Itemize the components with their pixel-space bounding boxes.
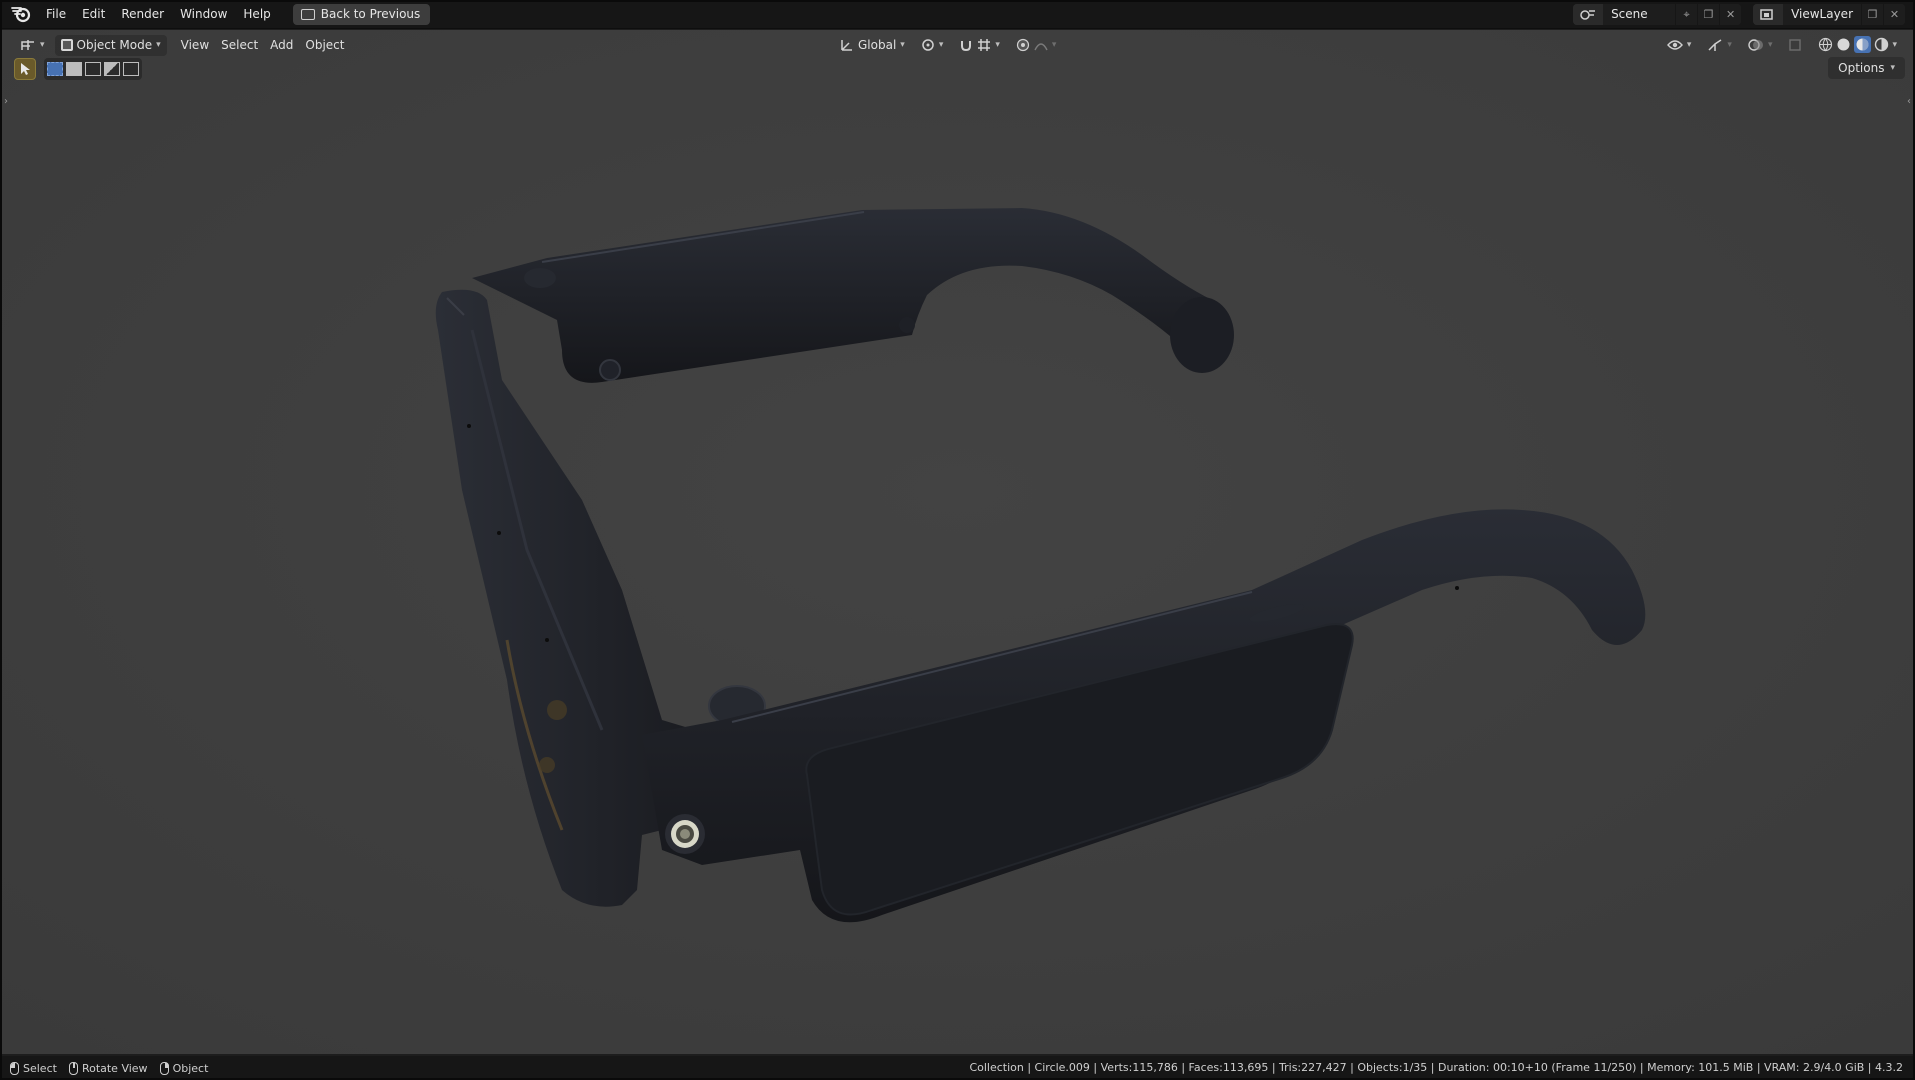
- hint-rotate-view: Rotate View: [68, 1061, 148, 1075]
- select-tool-icon: [21, 63, 30, 75]
- transform-tools: Global ▾ ▾ ▾ ▾: [834, 34, 1062, 55]
- back-to-previous-icon: [300, 8, 315, 20]
- scene-selector[interactable]: Scene ⌖ ❐ ✕: [1573, 4, 1742, 25]
- gizmo-toggle[interactable]: ▾: [1701, 34, 1738, 55]
- chevron-down-icon: ▾: [1727, 39, 1732, 50]
- viewport-scene: [2, 30, 1913, 1054]
- xray-icon: [1789, 38, 1802, 51]
- menu-view[interactable]: View: [175, 35, 215, 56]
- axes-icon: [841, 39, 852, 51]
- snap-toggle[interactable]: ▾: [953, 34, 1006, 55]
- magnet-icon: [961, 40, 972, 51]
- intersect-selection-icon[interactable]: [123, 62, 139, 76]
- editor-type-button[interactable]: ▾: [14, 35, 51, 56]
- select-tool-button[interactable]: [14, 58, 36, 80]
- xray-toggle[interactable]: [1782, 34, 1808, 55]
- object-mode-icon: [60, 39, 73, 51]
- view-layer-selector[interactable]: ViewLayer ❐ ✕: [1753, 4, 1905, 25]
- tool-settings-row: [14, 57, 142, 81]
- scene-layer-selectors: Scene ⌖ ❐ ✕ ViewLayer ❐ ✕: [1573, 4, 1905, 25]
- status-bar: Select Rotate View Object Collection | C…: [0, 1056, 1915, 1080]
- viewport-display-tools: ▾ ▾ ▾ ▾: [1661, 34, 1903, 55]
- close-icon[interactable]: ✕: [1719, 4, 1742, 25]
- hint-object: Object: [159, 1061, 209, 1075]
- transform-orientation-label: Global: [858, 37, 897, 52]
- solid-shading-icon[interactable]: [1836, 37, 1851, 52]
- viewport-header: ▾ Object Mode ▾ View Select Add Object G…: [2, 30, 1913, 60]
- menu-edit[interactable]: Edit: [74, 0, 113, 29]
- shading-modes: ▾: [1812, 34, 1903, 55]
- pivot-icon: [922, 38, 934, 51]
- back-to-previous-button[interactable]: Back to Previous: [292, 3, 431, 25]
- chevron-down-icon: ▾: [40, 40, 45, 50]
- blender-logo-icon[interactable]: [10, 3, 32, 25]
- transform-orientation-dropdown[interactable]: Global ▾: [834, 34, 911, 55]
- left-sidebar-toggle-icon[interactable]: ›: [4, 96, 8, 107]
- set-new-selection-icon[interactable]: [47, 62, 63, 76]
- object-mode-dropdown[interactable]: Object Mode ▾: [54, 34, 167, 56]
- rendered-shading-icon[interactable]: [1874, 37, 1889, 52]
- overlays-toggle[interactable]: ▾: [1742, 34, 1779, 55]
- mouse-left-icon: [10, 1061, 19, 1075]
- proportional-icon: [1016, 38, 1029, 51]
- object-mode-label: Object Mode: [76, 38, 153, 52]
- menu-add[interactable]: Add: [264, 35, 299, 56]
- view-layer-name-field[interactable]: ViewLayer: [1783, 4, 1861, 25]
- wireframe-shading-icon[interactable]: [1818, 37, 1833, 52]
- chevron-down-icon: ▾: [1890, 63, 1895, 73]
- top-menu-bar: File Edit Render Window Help Back to Pre…: [0, 0, 1915, 29]
- options-label: Options: [1838, 61, 1885, 75]
- menu-object[interactable]: Object: [299, 35, 350, 56]
- scene-name-field[interactable]: Scene: [1603, 4, 1676, 25]
- view-layer-icon[interactable]: [1753, 4, 1784, 25]
- chevron-down-icon: ▾: [1051, 39, 1057, 50]
- hint-select: Select: [10, 1061, 57, 1075]
- pivot-point-dropdown[interactable]: ▾: [915, 34, 950, 55]
- new-scene-icon[interactable]: ❐: [1697, 4, 1720, 25]
- options-dropdown[interactable]: Options ▾: [1828, 57, 1905, 79]
- gizmo-icon: [1708, 38, 1722, 51]
- scene-statistics: Collection | Circle.009 | Verts:115,786 …: [969, 1061, 1903, 1074]
- remove-view-layer-icon[interactable]: ✕: [1883, 4, 1905, 25]
- mouse-right-icon: [159, 1061, 169, 1075]
- hint-rotate-view-label: Rotate View: [81, 1061, 148, 1075]
- snap-grid-icon: [978, 38, 991, 51]
- chevron-down-icon: ▾: [938, 39, 944, 50]
- chevron-down-icon: ▾: [995, 39, 1000, 50]
- chevron-down-icon: ▾: [1686, 39, 1692, 50]
- visibility-dropdown[interactable]: ▾: [1661, 34, 1698, 55]
- material-preview-icon[interactable]: [1854, 36, 1872, 53]
- scene-icon[interactable]: [1573, 4, 1604, 25]
- extend-selection-icon[interactable]: [66, 62, 82, 76]
- overlays-icon: [1748, 38, 1763, 51]
- chevron-down-icon: ▾: [1767, 39, 1773, 50]
- menu-file[interactable]: File: [38, 0, 74, 29]
- hint-object-label: Object: [172, 1061, 209, 1075]
- chevron-down-icon: ▾: [156, 40, 161, 50]
- proportional-editing-toggle[interactable]: ▾: [1010, 34, 1063, 55]
- selection-mode-group: [44, 58, 142, 80]
- new-view-layer-icon[interactable]: ❐: [1861, 4, 1883, 25]
- menu-window[interactable]: Window: [172, 0, 235, 29]
- hint-select-label: Select: [23, 1061, 57, 1075]
- subtract-selection-icon[interactable]: [85, 62, 101, 76]
- menu-select[interactable]: Select: [215, 35, 264, 56]
- 3d-viewport[interactable]: ▾ Object Mode ▾ View Select Add Object G…: [2, 30, 1913, 1054]
- falloff-icon: [1034, 42, 1048, 50]
- editor-type-icon: [21, 40, 34, 50]
- menu-help[interactable]: Help: [235, 0, 278, 29]
- right-sidebar-toggle-icon[interactable]: ‹: [1907, 96, 1911, 107]
- back-to-previous-label: Back to Previous: [320, 7, 421, 21]
- invert-selection-icon[interactable]: [104, 62, 120, 76]
- menu-render[interactable]: Render: [113, 0, 172, 29]
- mouse-middle-icon: [68, 1061, 78, 1075]
- eye-icon: [1666, 39, 1683, 50]
- chevron-down-icon: ▾: [900, 39, 905, 50]
- pin-icon[interactable]: ⌖: [1675, 4, 1698, 25]
- chevron-down-icon[interactable]: ▾: [1892, 40, 1897, 50]
